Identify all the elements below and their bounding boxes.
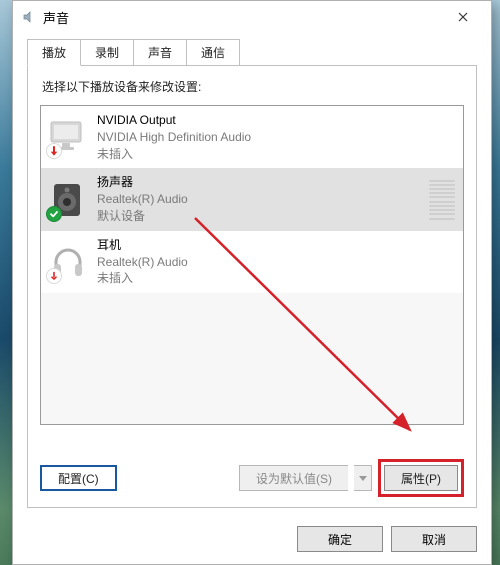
set-default-button[interactable]: 设为默认值(S) bbox=[239, 465, 348, 491]
properties-button[interactable]: 属性(P) bbox=[384, 465, 458, 491]
button-row: 配置(C) 设为默认值(S) 属性(P) bbox=[40, 449, 464, 497]
device-text: 耳机 Realtek(R) Audio 未插入 bbox=[97, 237, 455, 287]
sound-dialog: 声音 播放 录制 声音 通信 选择以下播放设备来修改设置: bbox=[12, 0, 492, 565]
device-item[interactable]: 耳机 Realtek(R) Audio 未插入 bbox=[41, 231, 463, 293]
tab-sounds[interactable]: 声音 bbox=[133, 39, 187, 66]
device-desc: Realtek(R) Audio bbox=[97, 254, 455, 271]
dialog-footer: 确定 取消 bbox=[13, 518, 491, 564]
titlebar[interactable]: 声音 bbox=[13, 1, 491, 33]
device-status: 未插入 bbox=[97, 146, 455, 163]
device-desc: NVIDIA High Definition Audio bbox=[97, 129, 455, 146]
speaker-icon bbox=[47, 179, 89, 221]
tab-panel: 选择以下播放设备来修改设置: bbox=[27, 65, 477, 508]
device-name: 扬声器 bbox=[97, 174, 423, 191]
device-text: NVIDIA Output NVIDIA High Definition Aud… bbox=[97, 112, 455, 162]
tabs: 播放 录制 声音 通信 bbox=[27, 39, 477, 66]
annotation-highlight: 属性(P) bbox=[378, 459, 464, 497]
device-name: 耳机 bbox=[97, 237, 455, 254]
ok-button[interactable]: 确定 bbox=[297, 526, 383, 552]
device-status: 未插入 bbox=[97, 270, 455, 287]
device-desc: Realtek(R) Audio bbox=[97, 191, 423, 208]
close-button[interactable] bbox=[443, 3, 483, 31]
device-text: 扬声器 Realtek(R) Audio 默认设备 bbox=[97, 174, 423, 224]
tab-playback[interactable]: 播放 bbox=[27, 39, 81, 66]
device-status: 默认设备 bbox=[97, 208, 423, 225]
level-meter bbox=[429, 178, 455, 222]
device-name: NVIDIA Output bbox=[97, 112, 455, 129]
dialog-content: 播放 录制 声音 通信 选择以下播放设备来修改设置: bbox=[13, 33, 491, 518]
device-item[interactable]: NVIDIA Output NVIDIA High Definition Aud… bbox=[41, 106, 463, 168]
instruction-text: 选择以下播放设备来修改设置: bbox=[42, 78, 464, 95]
cancel-button[interactable]: 取消 bbox=[391, 526, 477, 552]
default-badge-icon bbox=[46, 206, 62, 222]
set-default-dropdown-icon[interactable] bbox=[354, 465, 372, 491]
headphones-icon bbox=[47, 241, 89, 283]
sound-icon bbox=[21, 9, 37, 25]
unplugged-badge-icon bbox=[46, 143, 62, 159]
tab-communication[interactable]: 通信 bbox=[186, 39, 240, 66]
device-item[interactable]: 扬声器 Realtek(R) Audio 默认设备 bbox=[41, 168, 463, 230]
dialog-title: 声音 bbox=[43, 8, 443, 27]
configure-button[interactable]: 配置(C) bbox=[40, 465, 117, 491]
device-list[interactable]: NVIDIA Output NVIDIA High Definition Aud… bbox=[40, 105, 464, 425]
monitor-icon bbox=[47, 116, 89, 158]
unplugged-badge-icon bbox=[46, 268, 62, 284]
tab-recording[interactable]: 录制 bbox=[80, 39, 134, 66]
